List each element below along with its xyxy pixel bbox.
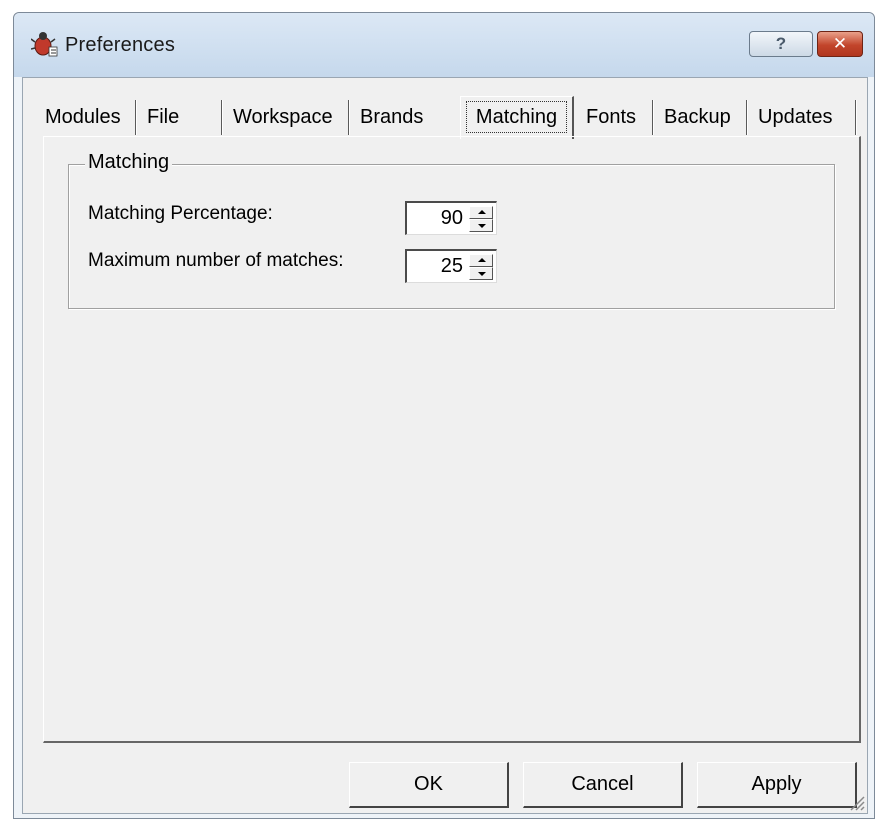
tab-backup[interactable]: Backup (658, 98, 731, 137)
tab-brands[interactable]: Brands (354, 98, 423, 137)
ok-button[interactable]: OK (349, 762, 509, 808)
groupbox-title: Matching (85, 151, 173, 174)
tab-updates[interactable]: Updates (752, 98, 833, 137)
help-icon: ? (775, 34, 787, 53)
spin-buttons (469, 254, 493, 280)
tab-matching-label: Matching (466, 101, 567, 133)
matching-percentage-value[interactable]: 90 (407, 207, 463, 230)
tab-workspace[interactable]: Workspace (227, 98, 333, 137)
close-icon: ✕ (832, 34, 848, 53)
tab-file[interactable]: File (141, 98, 179, 137)
bug-icon[interactable] (30, 30, 59, 58)
spin-up-icon[interactable] (469, 254, 493, 267)
spin-down-icon[interactable] (469, 219, 493, 232)
max-matches-label: Maximum number of matches: (88, 250, 344, 271)
spin-down-icon[interactable] (469, 267, 493, 280)
tab-modules[interactable]: Modules (39, 98, 121, 137)
matching-percentage-label: Matching Percentage: (88, 203, 273, 224)
apply-button-label: Apply (751, 773, 802, 795)
tab-separator (221, 100, 222, 135)
apply-button[interactable]: Apply (697, 762, 857, 808)
tab-separator (746, 100, 747, 135)
max-matches-value[interactable]: 25 (407, 255, 463, 278)
tab-matching[interactable]: Matching (460, 96, 574, 139)
matching-groupbox: Matching Matching Percentage: 90 Maximum… (68, 151, 835, 309)
cancel-button[interactable]: Cancel (523, 762, 683, 808)
tab-separator (855, 100, 856, 135)
dialog-body: Modules File Workspace Brands Matching F… (22, 77, 868, 814)
spin-up-icon[interactable] (469, 206, 493, 219)
matching-percentage-spinner[interactable]: 90 (405, 201, 497, 235)
tab-fonts[interactable]: Fonts (580, 98, 636, 137)
title-bar[interactable]: Preferences ? ✕ (14, 13, 874, 77)
close-button[interactable]: ✕ (817, 31, 863, 57)
window-title: Preferences (65, 34, 176, 56)
spin-buttons (469, 206, 493, 232)
ok-button-label: OK (414, 773, 443, 795)
tab-separator (135, 100, 136, 135)
tab-separator (348, 100, 349, 135)
max-matches-spinner[interactable]: 25 (405, 249, 497, 283)
cancel-button-label: Cancel (571, 773, 634, 795)
tab-separator (652, 100, 653, 135)
resize-grip-icon[interactable] (845, 791, 865, 811)
preferences-window: Preferences ? ✕ Modules File Workspace B… (13, 12, 875, 819)
help-button[interactable]: ? (749, 31, 813, 57)
